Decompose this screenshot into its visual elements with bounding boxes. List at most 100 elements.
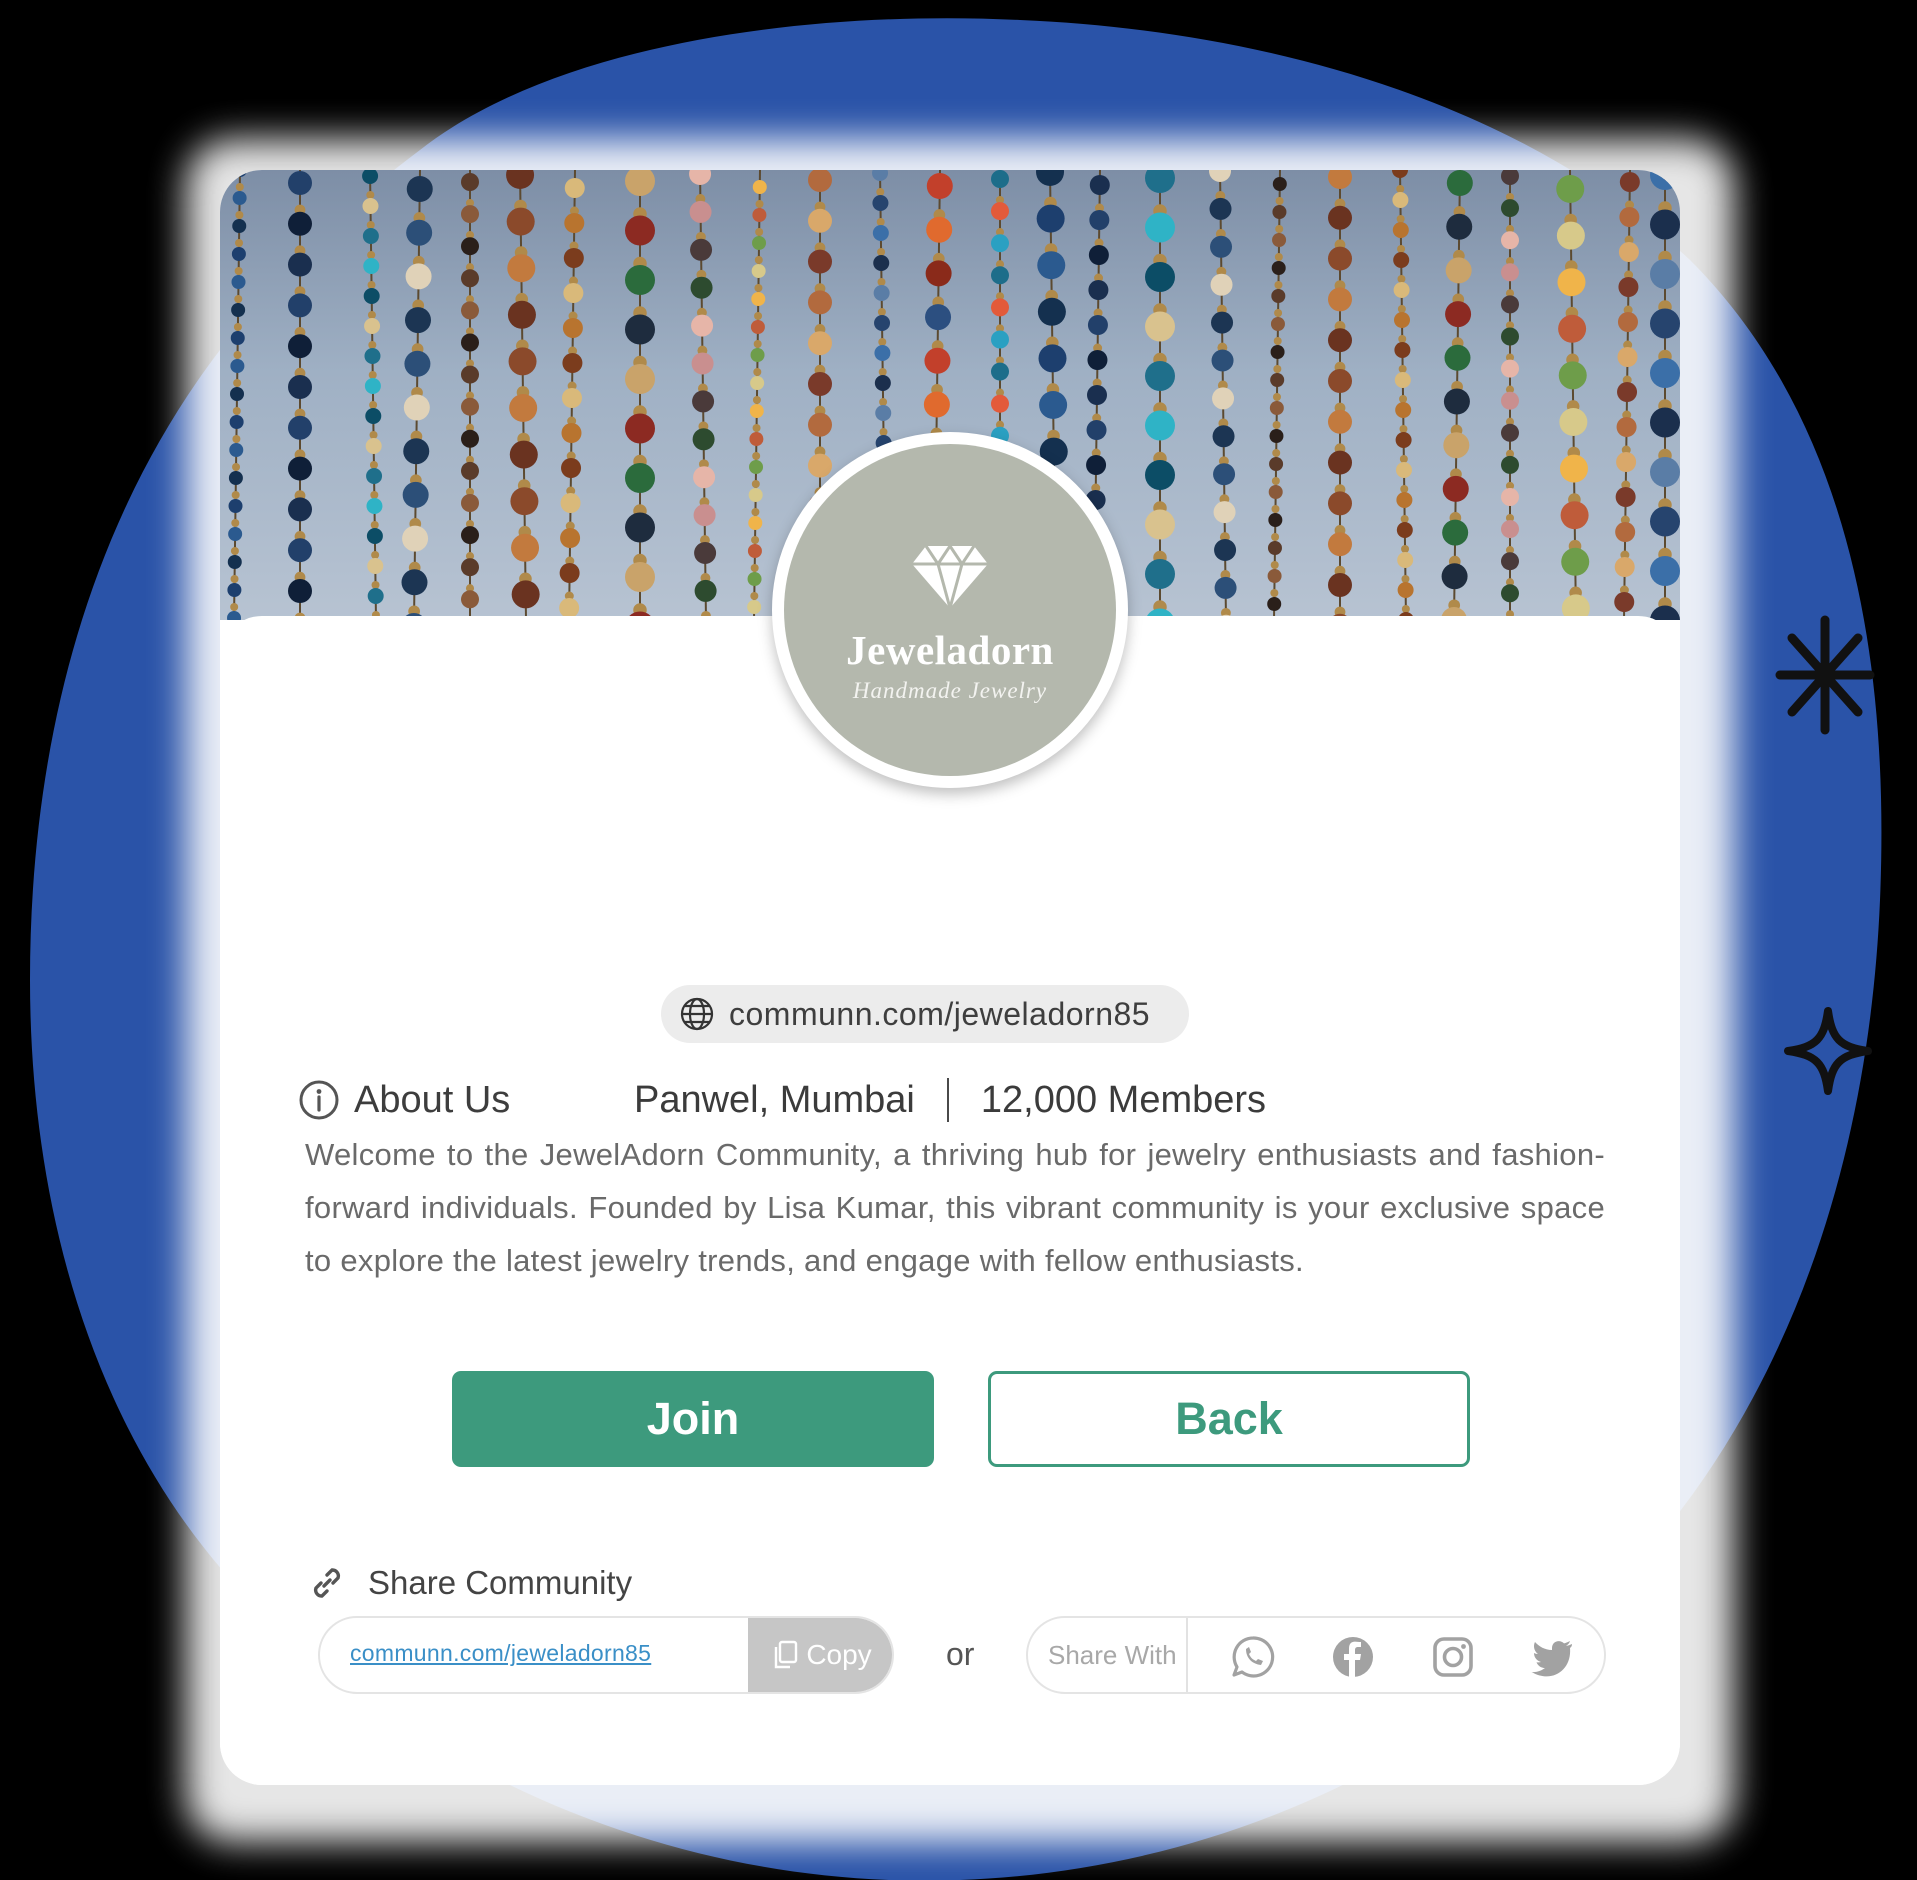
bead	[926, 173, 953, 199]
bead	[876, 188, 885, 196]
copy-button[interactable]: Copy	[748, 1618, 892, 1692]
bead	[1268, 513, 1283, 527]
bead	[405, 263, 432, 290]
bead	[231, 303, 246, 317]
bead	[750, 376, 765, 390]
bead	[1394, 342, 1411, 358]
bead	[1446, 170, 1473, 196]
bead	[367, 281, 376, 289]
community-url-pill[interactable]: communn.com/jeweladorn85	[661, 985, 1189, 1043]
bead	[874, 375, 891, 391]
bead	[1272, 205, 1287, 219]
bead	[877, 248, 886, 256]
bead	[690, 276, 713, 299]
bead	[691, 352, 714, 375]
bead	[1395, 432, 1412, 448]
bead	[1396, 522, 1413, 538]
bead	[1036, 170, 1065, 186]
bead	[461, 205, 479, 224]
bead	[1272, 449, 1281, 457]
bead	[1271, 477, 1280, 485]
bead	[925, 304, 952, 331]
copy-icon	[775, 1640, 798, 1669]
bead	[461, 526, 479, 545]
share-link-box: communn.com/jeweladorn85 Copy	[318, 1616, 894, 1694]
bead	[1650, 605, 1680, 620]
bead	[508, 347, 537, 376]
bead	[1036, 204, 1065, 233]
bead	[1650, 407, 1680, 438]
bead	[755, 200, 764, 208]
whatsapp-icon[interactable]	[1230, 1634, 1276, 1680]
bead	[1211, 311, 1234, 334]
bead	[750, 592, 759, 600]
bead	[625, 364, 655, 394]
bead	[751, 264, 766, 278]
bead	[878, 338, 887, 346]
bead	[509, 440, 538, 469]
bead	[1145, 311, 1175, 342]
bead	[229, 415, 244, 429]
bead	[404, 350, 431, 377]
bead	[748, 516, 763, 530]
bead	[991, 266, 1009, 285]
back-button[interactable]: Back	[988, 1371, 1470, 1467]
bead	[559, 563, 580, 583]
bead	[232, 463, 241, 471]
bead	[749, 432, 764, 446]
bead	[872, 225, 889, 241]
bead	[1501, 423, 1519, 442]
share-link[interactable]: communn.com/jeweladorn85	[350, 1640, 651, 1667]
bead	[288, 334, 312, 359]
bead	[1328, 246, 1352, 271]
bead	[1501, 455, 1519, 474]
bead	[1269, 429, 1284, 443]
bead	[232, 191, 247, 205]
bead	[808, 249, 832, 274]
bead	[563, 248, 584, 268]
bead	[370, 491, 379, 499]
bead	[461, 237, 479, 256]
bead	[1038, 344, 1067, 373]
bead	[751, 480, 760, 488]
bead	[406, 219, 433, 246]
bead	[691, 314, 714, 337]
bead	[461, 333, 479, 352]
bead	[751, 508, 760, 516]
bead	[1213, 501, 1236, 524]
bead	[1397, 582, 1414, 598]
bead	[367, 311, 376, 319]
bead	[231, 519, 240, 527]
bead	[1401, 605, 1410, 613]
bead	[1328, 170, 1352, 189]
bead	[625, 215, 655, 246]
twitter-icon[interactable]	[1528, 1634, 1576, 1680]
bead	[750, 564, 759, 572]
bead	[403, 394, 430, 421]
bead	[625, 314, 655, 345]
bead	[923, 391, 950, 418]
bead	[369, 461, 378, 469]
sparkle-icon	[1784, 1007, 1872, 1095]
instagram-icon[interactable]	[1430, 1634, 1476, 1680]
bead	[752, 236, 767, 250]
join-button[interactable]: Join	[452, 1371, 934, 1467]
bead	[1446, 213, 1473, 240]
share-with-bar: Share With	[1026, 1616, 1606, 1694]
share-title: Share Community	[368, 1564, 633, 1601]
bead	[1395, 402, 1412, 418]
bead	[808, 412, 832, 437]
bead	[231, 275, 246, 289]
bead	[1399, 395, 1408, 403]
bead	[751, 292, 766, 306]
bead	[747, 572, 762, 586]
bead	[233, 323, 242, 331]
bead	[560, 528, 581, 548]
bead	[1618, 242, 1639, 262]
bead	[1210, 273, 1233, 296]
bead	[752, 424, 761, 432]
facebook-icon[interactable]	[1330, 1634, 1376, 1680]
bead	[747, 544, 762, 558]
bead	[227, 555, 242, 569]
about-description: Welcome to the JewelAdorn Community, a t…	[305, 1137, 1605, 1278]
